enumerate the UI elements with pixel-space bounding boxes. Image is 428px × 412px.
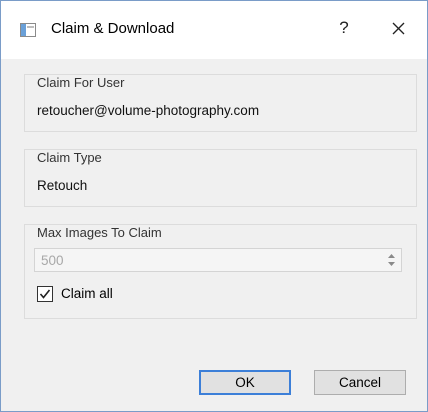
claim-type-group: Claim Type Retouch [24,149,417,207]
max-images-value: 500 [41,253,64,268]
claim-all-checkbox[interactable] [37,286,53,302]
dialog-window: Claim & Download ? Claim For User retouc… [0,0,428,412]
title-bar: Claim & Download ? [1,1,427,59]
claim-for-user-value: retoucher@volume-photography.com [37,103,260,118]
close-button[interactable] [383,14,413,44]
window-icon [20,23,36,37]
max-images-title: Max Images To Claim [37,225,162,240]
help-button[interactable]: ? [334,17,354,39]
cancel-button[interactable]: Cancel [314,370,406,395]
claim-for-user-group: Claim For User retoucher@volume-photogra… [24,74,417,132]
window-title: Claim & Download [51,20,175,37]
checkmark-icon [39,289,51,299]
claim-type-title: Claim Type [37,150,102,165]
claim-all-label[interactable]: Claim all [61,286,113,301]
claim-type-value: Retouch [37,178,88,193]
ok-button[interactable]: OK [199,370,291,395]
max-images-group: Max Images To Claim 500 Claim all [24,224,417,319]
max-images-spinbox[interactable]: 500 [34,248,402,272]
close-icon [392,22,405,35]
claim-for-user-title: Claim For User [37,75,125,90]
spin-arrows-icon[interactable] [385,251,398,269]
